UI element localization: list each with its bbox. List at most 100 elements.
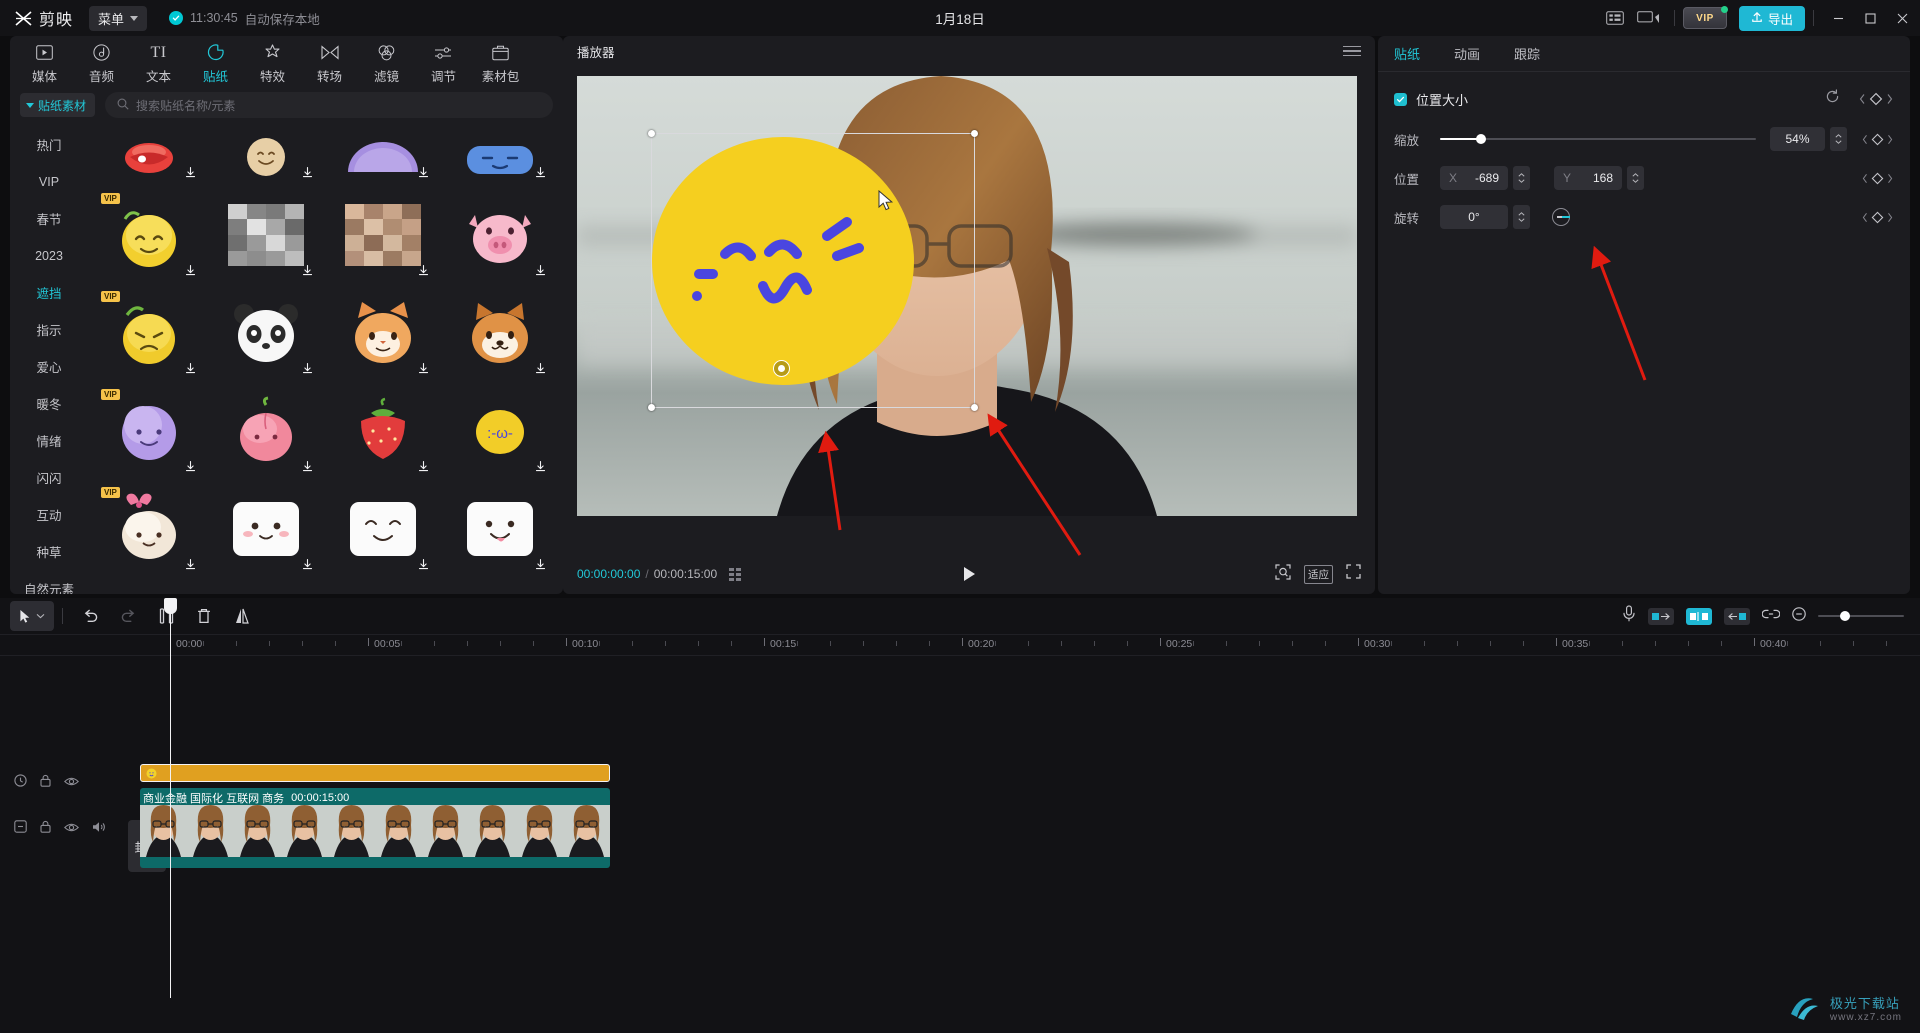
- clock-icon[interactable]: [14, 774, 27, 792]
- align-left-icon[interactable]: [1648, 608, 1674, 625]
- lock-icon[interactable]: [40, 774, 51, 792]
- tab-animation[interactable]: 动画: [1454, 44, 1480, 63]
- slider-knob[interactable]: [1476, 134, 1486, 144]
- rotation-keyframe-icon[interactable]: [1861, 211, 1894, 224]
- tab-text[interactable]: TI 文本: [130, 36, 187, 85]
- sticker-cell[interactable]: VIP: [98, 386, 201, 476]
- magnet-icon[interactable]: [1686, 608, 1712, 625]
- timeline-ruler[interactable]: 00:00 00:05 00:10 00:15 00:20 00:25 00:3…: [0, 634, 1920, 656]
- tab-material-pack[interactable]: 素材包: [472, 36, 529, 85]
- tab-filter[interactable]: 滤镜: [358, 36, 415, 85]
- sticker-cell[interactable]: [215, 288, 318, 378]
- delete-button[interactable]: [185, 601, 223, 631]
- sticker-cell[interactable]: VIP: [98, 288, 201, 378]
- download-icon[interactable]: [417, 558, 430, 571]
- download-icon[interactable]: [184, 460, 197, 473]
- category-sparkle[interactable]: 闪闪: [10, 459, 88, 496]
- select-tool-button[interactable]: [10, 601, 54, 631]
- export-button[interactable]: 导出: [1739, 6, 1805, 31]
- microphone-icon[interactable]: [1622, 605, 1636, 627]
- download-icon[interactable]: [301, 460, 314, 473]
- layout-icon[interactable]: [1598, 3, 1632, 33]
- category-love[interactable]: 爱心: [10, 348, 88, 385]
- tab-tracking[interactable]: 跟踪: [1514, 44, 1540, 63]
- sticker-cell[interactable]: [332, 484, 435, 574]
- vip-badge-button[interactable]: VIP: [1683, 7, 1727, 29]
- sticker-cell[interactable]: [448, 288, 551, 378]
- link-icon[interactable]: [1762, 607, 1780, 625]
- position-y-input[interactable]: Y 168: [1554, 166, 1622, 190]
- clock-icon[interactable]: [14, 820, 27, 838]
- resize-handle-tl[interactable]: [648, 130, 655, 137]
- tab-adjust[interactable]: 调节: [415, 36, 472, 85]
- sticker-clip[interactable]: [140, 764, 610, 782]
- close-icon[interactable]: [1886, 0, 1918, 36]
- mirror-button[interactable]: [223, 601, 261, 631]
- download-icon[interactable]: [301, 362, 314, 375]
- category-nature[interactable]: 自然元素: [10, 570, 88, 594]
- zoom-out-icon[interactable]: [1792, 607, 1806, 626]
- sticker-cell[interactable]: [332, 126, 435, 182]
- rotation-stepper[interactable]: [1513, 205, 1530, 229]
- scale-stepper[interactable]: [1830, 127, 1847, 151]
- tab-sticker-properties[interactable]: 贴纸: [1394, 44, 1420, 63]
- video-clip[interactable]: 商业金融 国际化 互联网 商务 00:00:15:00: [140, 788, 610, 868]
- download-icon[interactable]: [534, 362, 547, 375]
- scale-value-input[interactable]: 54%: [1770, 127, 1825, 151]
- sticker-cell[interactable]: [448, 484, 551, 574]
- download-icon[interactable]: [184, 264, 197, 277]
- timeline-zoom-slider[interactable]: [1818, 610, 1904, 622]
- category-recommend[interactable]: 种草: [10, 533, 88, 570]
- category-spring-festival[interactable]: 春节: [10, 200, 88, 237]
- sticker-cell[interactable]: [98, 126, 201, 182]
- sticker-cell[interactable]: :-ω-: [448, 386, 551, 476]
- lock-icon[interactable]: [40, 820, 51, 838]
- video-canvas[interactable]: [577, 76, 1357, 516]
- reset-icon[interactable]: [1825, 89, 1840, 109]
- minimize-icon[interactable]: [1822, 0, 1854, 36]
- resize-handle-br[interactable]: [971, 404, 978, 411]
- sticker-cell[interactable]: [215, 126, 318, 182]
- category-interactive[interactable]: 互动: [10, 496, 88, 533]
- download-icon[interactable]: [534, 264, 547, 277]
- tab-audio[interactable]: 音频: [73, 36, 130, 85]
- download-icon[interactable]: [417, 460, 430, 473]
- rotate-handle[interactable]: [773, 360, 790, 377]
- maximize-icon[interactable]: [1854, 0, 1886, 36]
- sticker-cell[interactable]: VIP: [98, 190, 201, 280]
- sticker-material-header[interactable]: 贴纸素材: [20, 93, 95, 117]
- rotation-dial-icon[interactable]: [1552, 208, 1570, 226]
- playhead[interactable]: [170, 598, 171, 998]
- download-icon[interactable]: [417, 166, 430, 179]
- rotation-input[interactable]: 0°: [1440, 205, 1508, 229]
- sticker-cell[interactable]: [215, 386, 318, 476]
- position-keyframe-icon[interactable]: [1861, 172, 1894, 185]
- download-icon[interactable]: [417, 264, 430, 277]
- align-right-icon[interactable]: [1724, 608, 1750, 625]
- sticker-selection-box[interactable]: [651, 133, 975, 408]
- download-icon[interactable]: [534, 166, 547, 179]
- download-icon[interactable]: [301, 558, 314, 571]
- sticker-cell[interactable]: [215, 190, 318, 280]
- sticker-cell[interactable]: [332, 288, 435, 378]
- hamburger-icon[interactable]: [1343, 46, 1361, 57]
- resize-handle-tr[interactable]: [971, 130, 978, 137]
- tab-transition[interactable]: 转场: [301, 36, 358, 85]
- zoom-knob[interactable]: [1840, 611, 1850, 621]
- position-x-input[interactable]: X -689: [1440, 166, 1508, 190]
- category-vip[interactable]: VIP: [10, 163, 88, 200]
- category-warm-winter[interactable]: 暖冬: [10, 385, 88, 422]
- redo-button[interactable]: [109, 601, 147, 631]
- sticker-cell[interactable]: [215, 484, 318, 574]
- scale-slider[interactable]: [1440, 132, 1756, 146]
- position-y-stepper[interactable]: [1627, 166, 1644, 190]
- monitor-icon[interactable]: [1632, 3, 1666, 33]
- tab-effects[interactable]: 特效: [244, 36, 301, 85]
- position-x-stepper[interactable]: [1513, 166, 1530, 190]
- sticker-cell[interactable]: [448, 190, 551, 280]
- download-icon[interactable]: [184, 558, 197, 571]
- download-icon[interactable]: [301, 166, 314, 179]
- grid-icon[interactable]: [729, 568, 741, 581]
- sticker-cell[interactable]: [332, 386, 435, 476]
- sticker-cell[interactable]: VIP: [98, 484, 201, 574]
